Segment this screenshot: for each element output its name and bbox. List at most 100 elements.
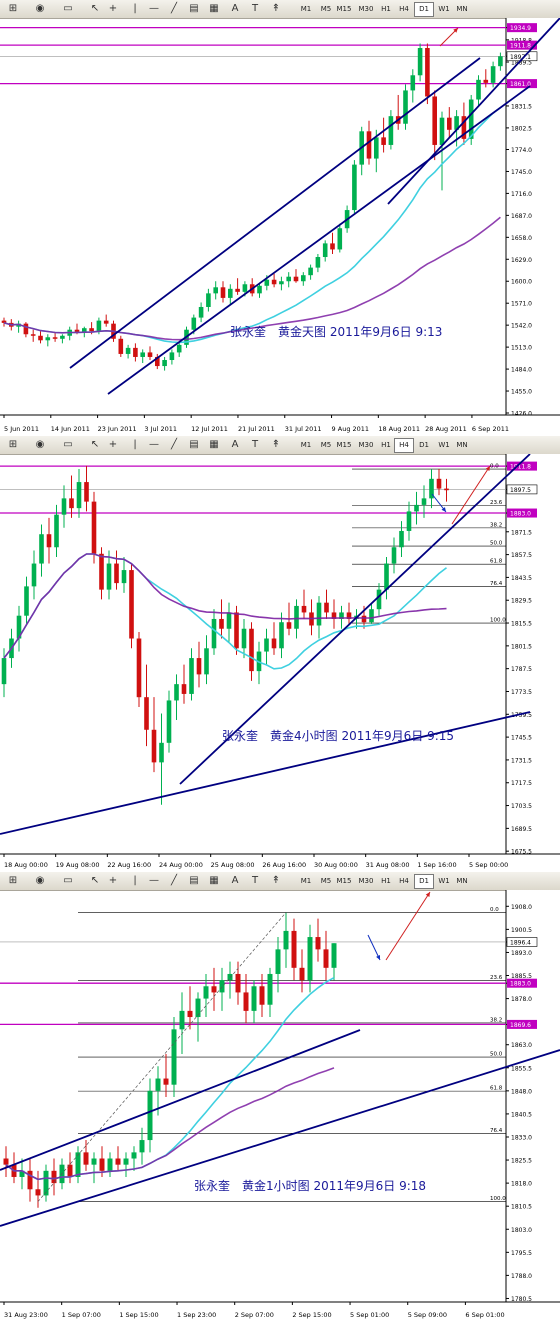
crosshair-icon[interactable]: + (106, 438, 120, 452)
timeframe-h4-button[interactable]: H4 (394, 438, 414, 453)
timeframe-d1-button[interactable]: D1 (414, 438, 434, 453)
timeframe-mn-button[interactable]: MN (452, 874, 472, 889)
equidistant-channel-icon[interactable]: ▤ (186, 438, 202, 452)
y-tick-label: 1731.5 (511, 757, 532, 764)
chart-window-icon[interactable]: ▭ (56, 438, 80, 452)
daily-chart[interactable]: 1934.91918.81897.11889.51861.01831.51802… (0, 18, 560, 436)
text-label-icon[interactable]: T (248, 438, 262, 452)
timeframe-m30-button[interactable]: M30 (356, 2, 376, 17)
timeframe-m1-button[interactable]: M1 (296, 438, 316, 453)
trendline-icon[interactable]: ╱ (166, 438, 182, 452)
candle-body (264, 279, 270, 286)
crosshair-icon[interactable]: + (106, 2, 120, 16)
timeframe-m1-button[interactable]: M1 (296, 2, 316, 17)
timeframe-h1-button[interactable]: H1 (376, 438, 396, 453)
text-label-icon[interactable]: T (248, 2, 262, 16)
timeframe-m30-button[interactable]: M30 (356, 438, 376, 453)
chart-panel-h1[interactable]: ⊞ ◉ ▭ ↖ + | — ╱ ▤ ▦ A T ↟ M1 M5 M15 M30 H1 H4 D1 W1 MN 1908.… (0, 872, 560, 1324)
timeframe-m15-button[interactable]: M15 (334, 874, 354, 889)
chart-window-icon[interactable]: ▭ (56, 2, 80, 16)
trendline-icon[interactable]: ╱ (166, 2, 182, 16)
timeframe-h4-button[interactable]: H4 (394, 2, 414, 17)
candle-body (91, 501, 97, 554)
cursor-icon[interactable]: ↖ (88, 874, 102, 888)
y-tick-label: 1803.0 (511, 1227, 532, 1234)
arrows-icon[interactable]: ↟ (268, 2, 284, 16)
candle-body (107, 1158, 113, 1171)
timeframe-m15-button[interactable]: M15 (334, 438, 354, 453)
h4-chart[interactable]: 1911.81897.51883.01871.51857.51843.51829… (0, 454, 560, 872)
text-icon[interactable]: A (228, 438, 242, 452)
vertical-line-icon[interactable]: | (128, 438, 142, 452)
timeframe-w1-button[interactable]: W1 (434, 438, 454, 453)
horizontal-line-icon[interactable]: — (146, 2, 162, 16)
cursor-icon[interactable]: ↖ (88, 2, 102, 16)
timeframe-d1-button[interactable]: D1 (414, 2, 434, 17)
x-tick-label: 30 Aug 00:00 (314, 861, 358, 869)
chart-panel-h4[interactable]: ⊞ ◉ ▭ ↖ + | — ╱ ▤ ▦ AT ↟ M1M5M15M30H1H4D1W1MN 1911.… (0, 436, 560, 873)
profiles-icon[interactable]: ◉ (30, 438, 50, 452)
text-icon[interactable]: A (228, 2, 242, 16)
chart-panel-daily[interactable]: ⊞ ◉ ▭ ↖ + | — ╱ ▤ ▦ AT ↟ M1M5M15M30H1H4D1W1MN 1934.… (0, 0, 560, 437)
timeframe-h1-button[interactable]: H1 (376, 2, 396, 17)
text-icon[interactable]: A (228, 874, 242, 888)
candle-body (286, 622, 292, 629)
candle-body (211, 618, 217, 649)
fibonacci-icon[interactable]: ▦ (206, 874, 222, 888)
cursor-icon[interactable]: ↖ (88, 438, 102, 452)
timeframe-m5-button[interactable]: M5 (316, 2, 336, 17)
new-chart-icon[interactable]: ⊞ (2, 438, 24, 452)
candle-body (299, 967, 305, 981)
candle-body (243, 992, 249, 1011)
chart-caption: 张永奎 黄金1小时图 2011年9月6日 9:18 (194, 1178, 426, 1193)
timeframe-w1-button[interactable]: W1 (434, 874, 454, 889)
y-tick-label: 1773.5 (511, 689, 532, 696)
timeframe-w1-button[interactable]: W1 (434, 2, 454, 17)
candle-body (114, 563, 119, 584)
fibonacci-icon[interactable]: ▦ (206, 2, 222, 16)
x-tick-label: 3 Jul 2011 (144, 425, 177, 433)
text-label-icon[interactable]: T (248, 874, 262, 888)
arrows-icon[interactable]: ↟ (268, 874, 284, 888)
equidistant-channel-icon[interactable]: ▤ (186, 2, 202, 16)
candle-body (52, 337, 58, 339)
timeframe-h4-button[interactable]: H4 (394, 874, 414, 889)
profiles-icon[interactable]: ◉ (30, 874, 50, 888)
y-tick-label: 1658.0 (511, 235, 532, 242)
vertical-line-icon[interactable]: | (128, 2, 142, 16)
timeframe-h1-button[interactable]: H1 (376, 874, 396, 889)
timeframe-m15-button[interactable]: M15 (334, 2, 354, 17)
crosshair-icon[interactable]: + (106, 874, 120, 888)
equidistant-channel-icon[interactable]: ▤ (186, 874, 202, 888)
new-chart-icon[interactable]: ⊞ (2, 2, 24, 16)
fibonacci-level-label: 50.0 (490, 541, 503, 547)
fibonacci-level-label: 23.6 (490, 975, 503, 981)
vertical-line-icon[interactable]: | (128, 874, 142, 888)
fibonacci-level-label: 76.4 (490, 1128, 503, 1134)
new-chart-icon[interactable]: ⊞ (2, 874, 24, 888)
candle-body (121, 570, 127, 584)
chart-window-icon[interactable]: ▭ (56, 874, 80, 888)
candle-body (187, 1010, 193, 1018)
timeframe-m5-button[interactable]: M5 (316, 438, 336, 453)
arrows-icon[interactable]: ↟ (268, 438, 284, 452)
horizontal-line-icon[interactable]: — (146, 438, 162, 452)
y-tick-label: 1810.5 (511, 1204, 532, 1211)
h1-chart[interactable]: 1908.01900.51896.41893.01885.51883.01878… (0, 890, 560, 1324)
timeframe-mn-button[interactable]: MN (452, 2, 472, 17)
x-tick-label: 22 Aug 16:00 (107, 861, 151, 869)
candle-body (24, 586, 29, 616)
timeframe-m5-button[interactable]: M5 (316, 874, 336, 889)
candle-body (444, 488, 449, 491)
timeframe-d1-button[interactable]: D1 (414, 874, 434, 889)
y-tick-label: 1900.5 (511, 927, 532, 934)
timeframe-m30-button[interactable]: M30 (356, 874, 376, 889)
timeframe-mn-button[interactable]: MN (452, 438, 472, 453)
fibonacci-icon[interactable]: ▦ (206, 438, 222, 452)
candle-body (45, 337, 51, 341)
y-tick-label: 1801.5 (511, 643, 532, 650)
profiles-icon[interactable]: ◉ (30, 2, 50, 16)
trendline-icon[interactable]: ╱ (166, 874, 182, 888)
horizontal-line-icon[interactable]: — (146, 874, 162, 888)
timeframe-m1-button[interactable]: M1 (296, 874, 316, 889)
